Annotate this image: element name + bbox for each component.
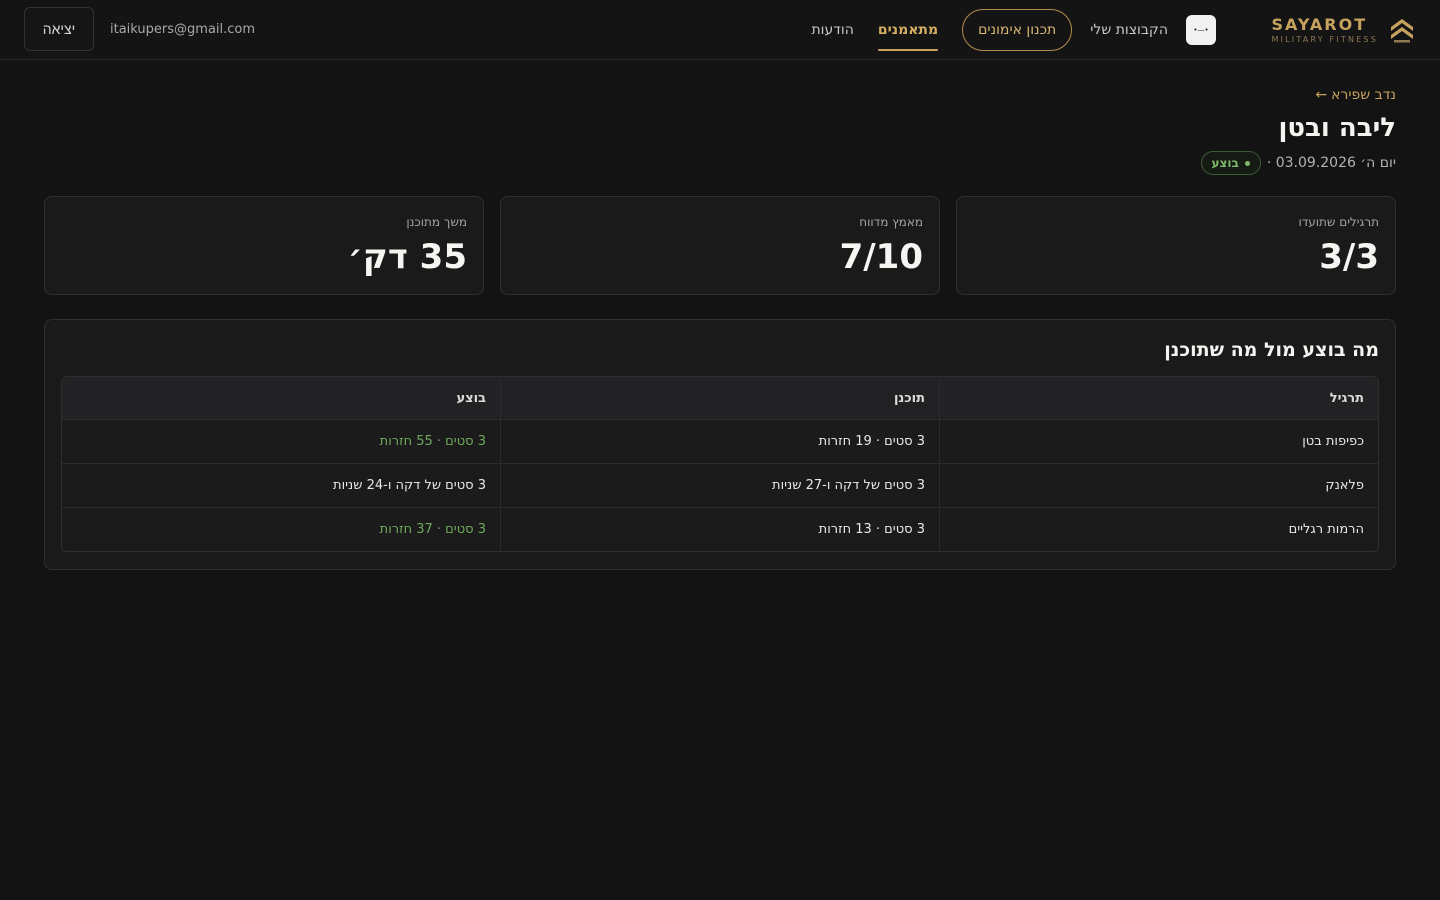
back-to-trainee-link[interactable]: נדב שפירא ← bbox=[1315, 84, 1396, 106]
chevron-rank-logo-icon bbox=[1391, 19, 1413, 43]
stat-value: 7/10 bbox=[839, 237, 923, 277]
column-header-exercise: תרגיל bbox=[939, 377, 1378, 419]
column-header-done: בוצע bbox=[456, 390, 486, 406]
nav-my-groups[interactable]: הקבוצות שלי bbox=[1090, 22, 1168, 38]
page-title: ליבה ובטן bbox=[1278, 113, 1396, 143]
status-label: בוצע bbox=[1211, 156, 1239, 170]
table-row: הרמות רגליים 3 סטים · 13 חזרות 3 סטים · … bbox=[62, 507, 1378, 551]
nav-training-plan-button[interactable]: תכנון אימונים bbox=[962, 9, 1073, 51]
brand-text: SAYAROT MILITARY FITNESS bbox=[1271, 14, 1378, 45]
stat-label: מאמץ מדווח bbox=[859, 215, 923, 229]
status-badge: בוצע bbox=[1200, 151, 1261, 175]
logout-button[interactable]: יציאה bbox=[24, 7, 94, 51]
stat-card-reported-effort: מאמץ מדווח 7/10 bbox=[500, 196, 940, 295]
user-area: יציאה itaikupers@gmail.com bbox=[24, 7, 255, 51]
comparison-table: תרגיל תוכנן בוצע כפיפות בטן 3 סטים · 19 … bbox=[61, 376, 1379, 552]
app-logo-chip[interactable]: •—• bbox=[1186, 15, 1216, 45]
planned-vs-done-panel: מה בוצע מול מה שתוכנן תרגיל תוכנן בוצע כ… bbox=[44, 319, 1396, 570]
cell-exercise: הרמות רגליים bbox=[939, 508, 1378, 551]
status-dot-icon bbox=[1244, 160, 1250, 166]
back-link-label: נדב שפירא bbox=[1331, 87, 1396, 103]
table-header: תרגיל תוכנן בוצע bbox=[62, 377, 1378, 419]
workout-meta: יום ה׳ 03.09.2026 · בוצע bbox=[1200, 150, 1396, 176]
cell-exercise: פלאנק bbox=[939, 464, 1378, 507]
user-email: itaikupers@gmail.com bbox=[110, 21, 256, 37]
cell-done: 3 סטים · 37 חזרות bbox=[379, 522, 486, 537]
stats-row: תרגילים שתועדו 3/3 מאמץ מדווח 7/10 משך מ… bbox=[44, 196, 1396, 295]
arrow-left-icon: ← bbox=[1315, 87, 1328, 103]
cell-done: 3 סטים של דקה ו-24 שניות bbox=[333, 478, 486, 493]
stat-card-exercises-logged: תרגילים שתועדו 3/3 bbox=[956, 196, 1396, 295]
app-logo-icon: •—• bbox=[1193, 26, 1209, 34]
brand[interactable]: SAYAROT MILITARY FITNESS bbox=[1271, 12, 1416, 48]
cell-done: 3 סטים · 55 חזרות bbox=[379, 434, 486, 449]
stat-label: משך מתוכנן bbox=[406, 215, 467, 229]
column-header-planned: תוכנן bbox=[500, 377, 939, 419]
brand-name: SAYAROT bbox=[1271, 14, 1368, 34]
cell-exercise: כפיפות בטן bbox=[939, 420, 1378, 463]
cell-planned: 3 סטים · 19 חזרות bbox=[500, 420, 939, 463]
table-row: פלאנק 3 סטים של דקה ו-27 שניות 3 סטים של… bbox=[62, 463, 1378, 507]
table-row: כפיפות בטן 3 סטים · 19 חזרות 3 סטים · 55… bbox=[62, 419, 1378, 463]
workout-date: יום ה׳ 03.09.2026 · bbox=[1266, 155, 1396, 171]
nav-messages[interactable]: הודעות bbox=[811, 22, 853, 38]
nav-trainees-tab[interactable]: מתאמנים bbox=[877, 0, 939, 60]
stat-value: 35 דק׳ bbox=[347, 237, 467, 277]
brand-subtitle: MILITARY FITNESS bbox=[1271, 34, 1378, 44]
stat-value: 3/3 bbox=[1319, 237, 1379, 277]
main-nav: •—• הקבוצות שלי תכנון אימונים מתאמנים הו… bbox=[811, 0, 1216, 60]
top-bar: SAYAROT MILITARY FITNESS •—• הקבוצות שלי… bbox=[0, 0, 1440, 60]
stat-card-planned-duration: משך מתוכנן 35 דק׳ bbox=[44, 196, 484, 295]
cell-planned: 3 סטים · 13 חזרות bbox=[500, 508, 939, 551]
cell-planned: 3 סטים של דקה ו-27 שניות bbox=[500, 464, 939, 507]
page-header: נדב שפירא ← ליבה ובטן יום ה׳ 03.09.2026 … bbox=[796, 84, 1396, 176]
stat-label: תרגילים שתועדו bbox=[1298, 215, 1379, 229]
panel-title: מה בוצע מול מה שתוכנן bbox=[1164, 339, 1379, 361]
